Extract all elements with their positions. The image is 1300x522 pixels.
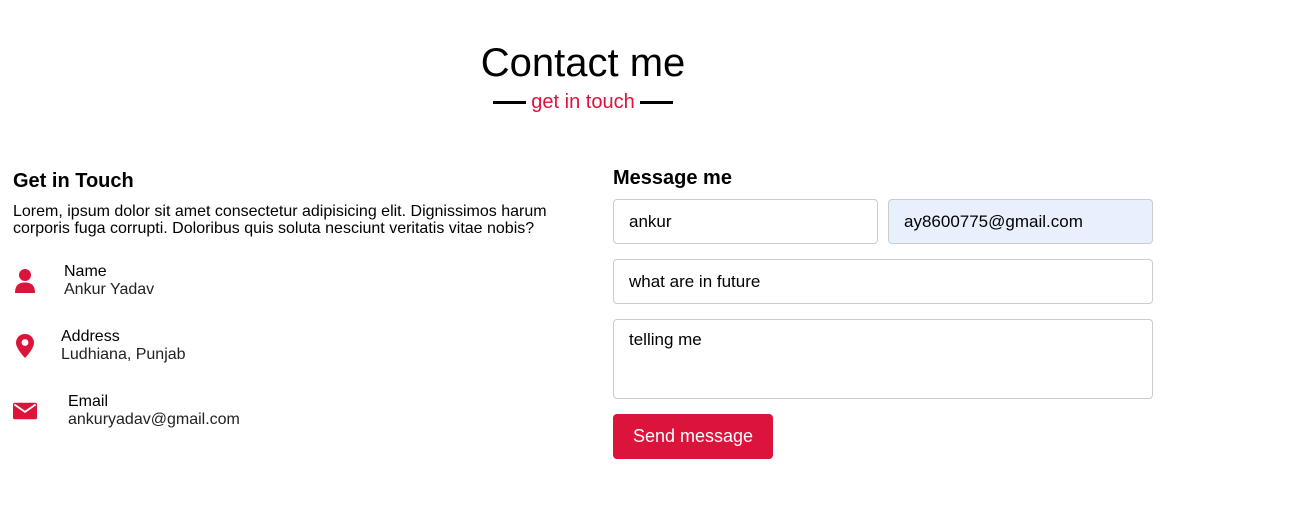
email-input[interactable] [888,199,1153,244]
subtitle-left-line [493,100,527,104]
info-email: Email ankuryadav@gmail.com [13,393,240,429]
info-email-text: Email ankuryadav@gmail.com [68,393,240,429]
subtitle: get in touch [0,90,1166,114]
info-name-text: Name Ankur Yadav [64,263,154,299]
info-address-value: Ludhiana, Punjab [61,346,186,363]
message-form: Message me telling me Send message [613,165,1153,459]
get-in-touch-section: Get in Touch Lorem, ipsum dolor sit amet… [13,168,583,428]
info-name-value: Ankur Yadav [64,281,155,298]
send-message-button[interactable]: Send message [613,414,773,459]
name-input[interactable] [613,199,878,244]
message-me-heading: Message me [613,167,732,189]
page-title: Contact me [480,41,686,85]
info-email-title: Email [68,393,109,410]
subtitle-text: get in touch [531,91,635,113]
subtitle-right-line [639,100,673,104]
info-address: Address Ludhiana, Punjab [13,328,186,364]
map-pin-icon [13,333,37,359]
info-address-text: Address Ludhiana, Punjab [61,328,186,364]
envelope-icon [13,398,37,424]
info-name: Name Ankur Yadav [13,263,154,299]
info-name-title: Name [64,263,107,280]
info-address-title: Address [61,328,120,345]
subject-input[interactable] [613,259,1153,304]
get-in-touch-description: Lorem, ipsum dolor sit amet consectetur … [13,203,547,237]
message-textarea[interactable]: telling me [613,319,1153,399]
info-email-value: ankuryadav@gmail.com [68,411,240,428]
get-in-touch-heading: Get in Touch [13,170,134,192]
user-icon [13,268,37,294]
